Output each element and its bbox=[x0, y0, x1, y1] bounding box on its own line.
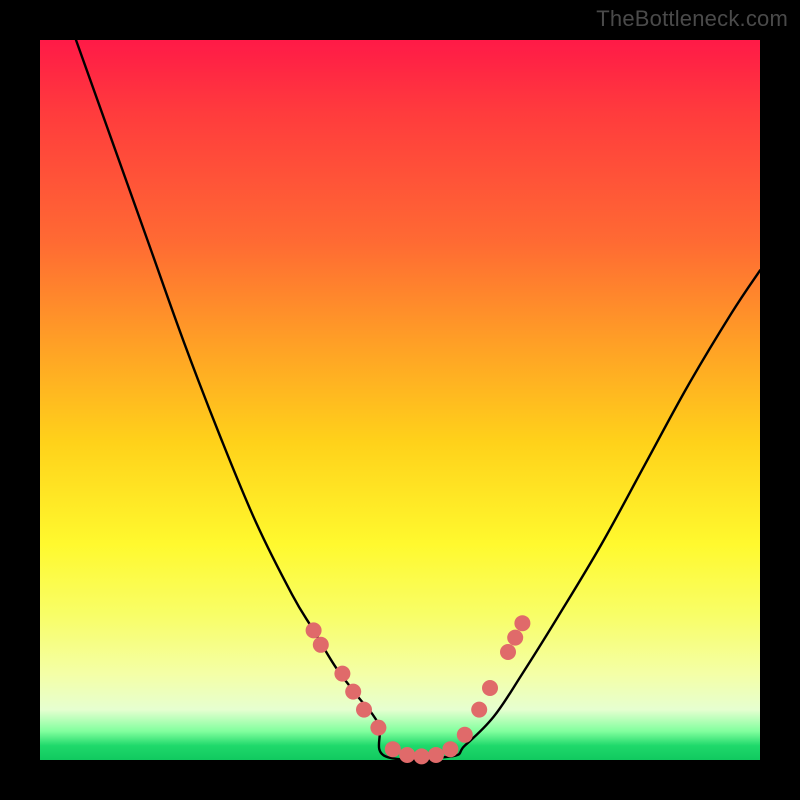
data-point-markers bbox=[40, 40, 760, 760]
data-point bbox=[428, 747, 444, 763]
data-point bbox=[514, 615, 530, 631]
data-point bbox=[399, 747, 415, 763]
plot-area bbox=[40, 40, 760, 760]
data-point bbox=[507, 630, 523, 646]
data-point bbox=[414, 748, 430, 764]
data-point bbox=[306, 622, 322, 638]
data-point bbox=[370, 720, 386, 736]
data-point bbox=[482, 680, 498, 696]
data-point bbox=[471, 702, 487, 718]
watermark-text: TheBottleneck.com bbox=[596, 6, 788, 32]
data-point bbox=[442, 741, 458, 757]
data-point bbox=[334, 666, 350, 682]
data-point bbox=[385, 741, 401, 757]
data-point bbox=[356, 702, 372, 718]
data-point bbox=[345, 684, 361, 700]
data-point bbox=[313, 637, 329, 653]
chart-frame: TheBottleneck.com bbox=[0, 0, 800, 800]
data-point bbox=[457, 727, 473, 743]
data-point bbox=[500, 644, 516, 660]
